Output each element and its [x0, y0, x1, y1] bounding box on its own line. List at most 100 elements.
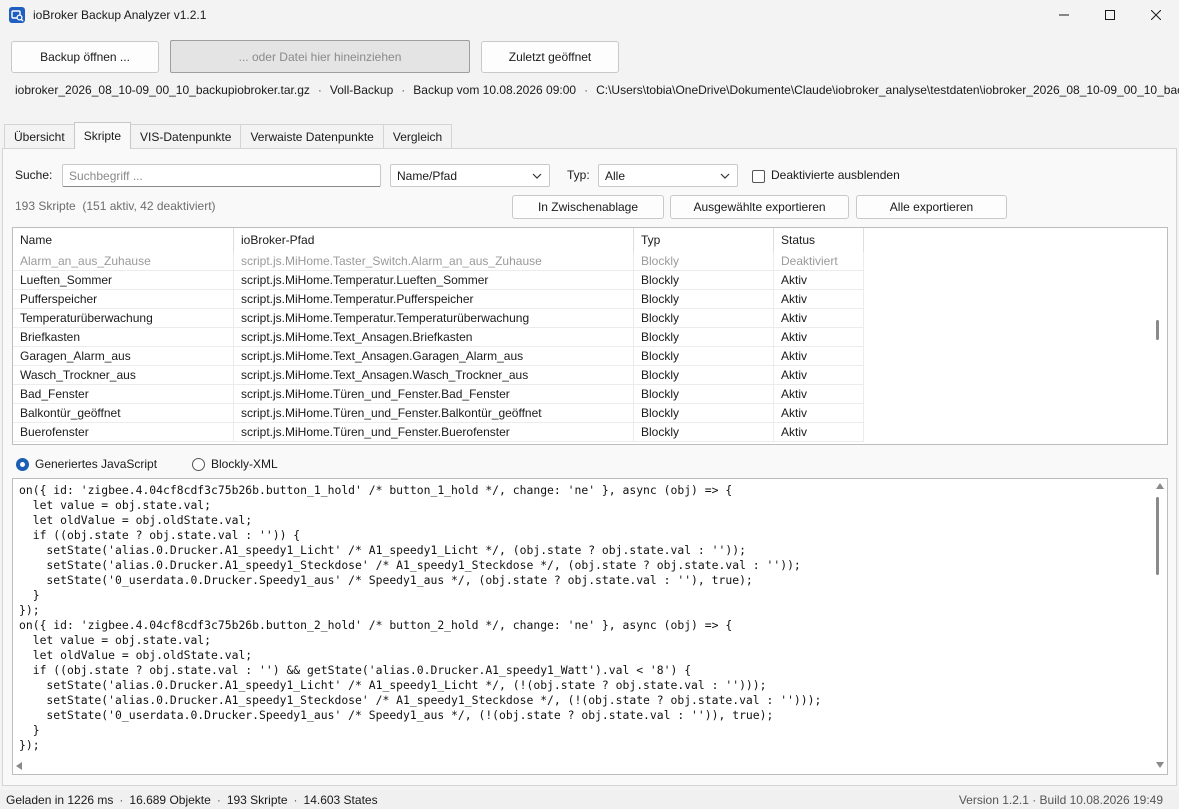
file-dropzone[interactable]: ... oder Datei hier hineinziehen	[170, 40, 470, 73]
cell-path: script.js.MiHome.Türen_und_Fenster.Balko…	[234, 404, 634, 423]
cell-type: Blockly	[634, 404, 774, 423]
scroll-up-arrow-icon[interactable]	[1156, 483, 1164, 489]
code-scrollbar-thumb[interactable]	[1156, 497, 1159, 575]
open-backup-button[interactable]: Backup öffnen ...	[11, 41, 159, 73]
script-count-total: 193 Skripte	[15, 199, 76, 213]
status-objects: 16.689 Objekte	[129, 793, 211, 807]
script-count-detail: (151 aktiv, 42 deaktiviert)	[82, 199, 216, 213]
cell-name: Briefkasten	[13, 328, 234, 347]
minimize-button[interactable]	[1041, 0, 1087, 30]
cell-path: script.js.MiHome.Türen_und_Fenster.Buero…	[234, 423, 634, 442]
status-states: 14.603 States	[303, 793, 378, 807]
cell-path: script.js.MiHome.Türen_und_Fenster.Bad_F…	[234, 385, 634, 404]
cell-status: Aktiv	[774, 404, 864, 423]
cell-path: script.js.MiHome.Text_Ansagen.Briefkaste…	[234, 328, 634, 347]
code-viewer[interactable]: on({ id: 'zigbee.4.04cf8cdf3c75b26b.butt…	[12, 478, 1168, 775]
scroll-down-arrow-icon[interactable]	[1156, 762, 1164, 768]
status-version: Version 1.2.1 · Build 10.08.2026 19:49	[958, 793, 1163, 807]
title-bar: ioBroker Backup Analyzer v1.2.1	[0, 0, 1179, 30]
code-line: setState('alias.0.Drucker.A1_speedy1_Ste…	[19, 693, 822, 707]
type-select[interactable]: Alle	[598, 164, 738, 187]
export-selected-button[interactable]: Ausgewählte exportieren	[670, 195, 849, 219]
backup-date: Backup vom 10.08.2026 09:00	[413, 83, 577, 97]
tab-overview[interactable]: Übersicht	[4, 124, 75, 148]
chevron-down-icon	[720, 173, 730, 179]
code-line: });	[19, 603, 40, 617]
cell-status: Aktiv	[774, 347, 864, 366]
table-row[interactable]: Lueften_Sommer script.js.MiHome.Temperatu…	[13, 271, 1158, 290]
cell-type: Blockly	[634, 290, 774, 309]
blockly-xml-radio[interactable]	[192, 458, 205, 471]
table-scrollbar-thumb[interactable]	[1156, 320, 1159, 340]
search-field-select[interactable]: Name/Pfad	[390, 164, 550, 187]
column-header-path[interactable]: ioBroker-Pfad	[234, 228, 634, 252]
cell-name: Buerofenster	[13, 423, 234, 442]
table-row[interactable]: Balkontür_geöffnet script.js.MiHome.Türen…	[13, 404, 1158, 423]
cell-name: Bad_Fenster	[13, 385, 234, 404]
table-row[interactable]: Garagen_Alarm_aus script.js.MiHome.Text_A…	[13, 347, 1158, 366]
recent-files-button[interactable]: Zuletzt geöffnet	[481, 41, 619, 73]
generated-js-radio[interactable]	[16, 458, 29, 471]
app-icon	[9, 7, 25, 23]
hide-disabled-label: Deaktivierte ausblenden	[771, 168, 900, 182]
search-label: Suche:	[15, 168, 53, 182]
cell-path: script.js.MiHome.Taster_Switch.Alarm_an_…	[234, 252, 634, 271]
maximize-button[interactable]	[1087, 0, 1133, 30]
code-line: if ((obj.state ? obj.state.val : '')) {	[19, 528, 301, 542]
cell-type: Blockly	[634, 347, 774, 366]
window-title: ioBroker Backup Analyzer v1.2.1	[33, 8, 207, 22]
cell-name: Garagen_Alarm_aus	[13, 347, 234, 366]
code-line: setState('0_userdata.0.Drucker.Speedy1_a…	[19, 708, 774, 722]
status-load-time: Geladen in 1226 ms	[6, 793, 114, 807]
cell-name: Alarm_an_aus_Zuhause	[13, 252, 234, 271]
generated-js-label: Generiertes JavaScript	[35, 457, 158, 471]
code-line: if ((obj.state ? obj.state.val : '') && …	[19, 663, 692, 677]
scroll-left-arrow-icon[interactable]	[16, 762, 22, 770]
cell-type: Blockly	[634, 328, 774, 347]
code-line: let oldValue = obj.oldState.val;	[19, 513, 253, 527]
cell-status: Deaktiviert	[774, 252, 864, 271]
script-count: 193 Skripte (151 aktiv, 42 deaktiviert)	[15, 199, 216, 213]
code-line: });	[19, 738, 40, 752]
cell-status: Aktiv	[774, 385, 864, 404]
column-header-name[interactable]: Name	[13, 228, 234, 252]
status-bar: Geladen in 1226 ms · 16.689 Objekte · 193 Sk…	[0, 790, 1179, 809]
table-row[interactable]: Wasch_Trockner_aus script.js.MiHome.Text_…	[13, 366, 1158, 385]
tab-scripts[interactable]: Skripte	[73, 122, 132, 149]
table-row[interactable]: Bad_Fenster script.js.MiHome.Türen_und_Fe…	[13, 385, 1158, 404]
code-line: on({ id: 'zigbee.4.04cf8cdf3c75b26b.butt…	[19, 618, 733, 632]
hide-disabled-checkbox[interactable]	[752, 170, 765, 183]
copy-clipboard-button[interactable]: In Zwischenablage	[512, 195, 664, 219]
tab-compare[interactable]: Vergleich	[382, 124, 453, 148]
table-row[interactable]: Pufferspeicher script.js.MiHome.Temperatu…	[13, 290, 1158, 309]
cell-type: Blockly	[634, 252, 774, 271]
cell-path: script.js.MiHome.Temperatur.Lueften_Somm…	[234, 271, 634, 290]
table-row[interactable]: Temperaturüberwachung script.js.MiHome.Te…	[13, 309, 1158, 328]
code-line: let value = obj.state.val;	[19, 633, 212, 647]
column-header-type[interactable]: Typ	[634, 228, 774, 252]
column-header-status[interactable]: Status	[774, 228, 864, 252]
maximize-icon	[1105, 10, 1115, 20]
table-header: Name ioBroker-Pfad Typ Status	[13, 228, 1167, 252]
scripts-table: Name ioBroker-Pfad Typ Status Alarm_an_a…	[12, 227, 1168, 445]
cell-status: Aktiv	[774, 271, 864, 290]
minimize-icon	[1059, 14, 1069, 16]
close-button[interactable]	[1133, 0, 1179, 30]
export-all-button[interactable]: Alle exportieren	[856, 195, 1007, 219]
tab-bar: Übersicht Skripte VIS-Datenpunkte Verwai…	[4, 122, 453, 149]
cell-status: Aktiv	[774, 366, 864, 385]
search-input[interactable]: Suchbegriff ...	[62, 164, 381, 187]
tab-vis-datapoints[interactable]: VIS-Datenpunkte	[130, 124, 242, 148]
cell-status: Aktiv	[774, 290, 864, 309]
table-row[interactable]: Buerofenster script.js.MiHome.Türen_und_F…	[13, 423, 1158, 442]
close-icon	[1151, 10, 1161, 20]
tab-orphaned-datapoints[interactable]: Verwaiste Datenpunkte	[240, 124, 384, 148]
table-row[interactable]: Alarm_an_aus_Zuhause script.js.MiHome.Tas…	[13, 252, 1158, 271]
status-scripts: 193 Skripte	[226, 793, 288, 807]
code-line: setState('alias.0.Drucker.A1_speedy1_Lic…	[19, 678, 767, 692]
table-row[interactable]: Briefkasten script.js.MiHome.Text_Ansagen…	[13, 328, 1158, 347]
cell-name: Lueften_Sommer	[13, 271, 234, 290]
code-line: }	[19, 723, 40, 737]
backup-path: C:\Users\tobia\OneDrive\Dokumente\Claude…	[596, 83, 1179, 97]
code-line: setState('alias.0.Drucker.A1_speedy1_Ste…	[19, 558, 801, 572]
